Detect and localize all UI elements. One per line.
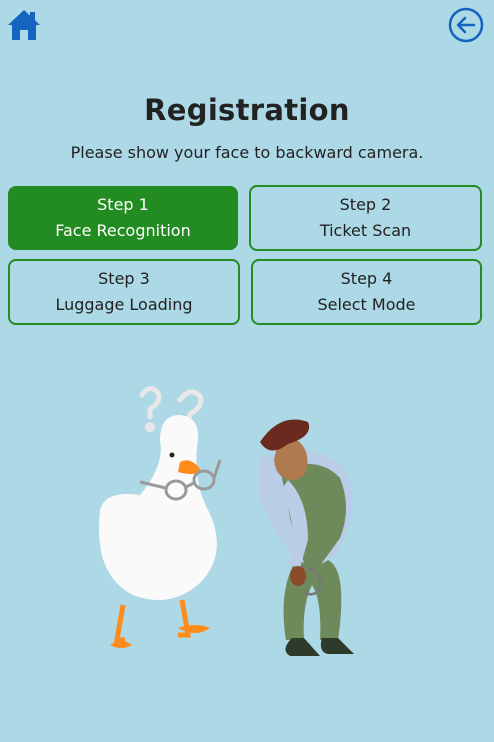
step-2-ticket-scan[interactable]: Step 2 Ticket Scan bbox=[249, 185, 482, 251]
page-title: Registration bbox=[144, 93, 350, 127]
step-label: Luggage Loading bbox=[55, 295, 193, 314]
step-number: Step 2 bbox=[339, 195, 392, 214]
step-4-select-mode[interactable]: Step 4 Select Mode bbox=[251, 259, 482, 325]
home-icon bbox=[8, 10, 40, 40]
step-number: Step 1 bbox=[97, 195, 149, 214]
goose bbox=[98, 415, 222, 648]
step-number: Step 4 bbox=[340, 269, 393, 288]
step-label: Select Mode bbox=[317, 295, 416, 314]
step-3-luggage-loading[interactable]: Step 3 Luggage Loading bbox=[8, 259, 240, 325]
step-label: Face Recognition bbox=[55, 221, 191, 240]
instruction-text: Please show your face to backward camera… bbox=[70, 143, 424, 162]
gardener bbox=[258, 419, 354, 656]
home-button[interactable] bbox=[6, 8, 42, 42]
step-1-face-recognition[interactable]: Step 1 Face Recognition bbox=[8, 186, 238, 250]
step-number: Step 3 bbox=[98, 269, 150, 288]
back-button[interactable] bbox=[448, 7, 484, 43]
step-label: Ticket Scan bbox=[319, 221, 412, 240]
arrow-left-circle-icon bbox=[448, 7, 484, 43]
goose-gardener-illustration bbox=[98, 386, 354, 656]
